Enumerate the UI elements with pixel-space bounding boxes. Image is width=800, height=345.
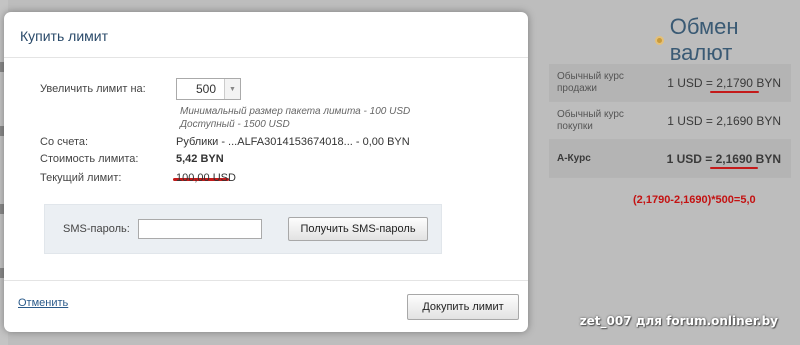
rate-prefix: 1 USD = [667, 113, 713, 128]
rate-label: А-Курс [557, 152, 591, 164]
exchange-rates-title: Обмен валют [669, 14, 739, 65]
rate-currency: BYN [756, 113, 781, 128]
sms-password-input[interactable] [138, 219, 262, 239]
rate-value: 1 USD = 2,1690 BYN [666, 151, 781, 169]
dropdown-arrow-icon[interactable]: ▼ [224, 79, 240, 99]
rate-row-buy: Обычный курс покупки 1 USD = 2,1690 BYN [549, 102, 791, 140]
rate-prefix: 1 USD = [666, 151, 713, 166]
rate-number-text: 2,1690 [716, 113, 753, 128]
buy-limit-dialog: Купить лимит Увеличить лимит на: ▼ Миним… [4, 12, 528, 332]
red-highlight-underline [710, 90, 759, 93]
annotation-formula: (2,1790-2,1690)*500=5,0 [633, 194, 756, 206]
rate-currency: BYN [755, 151, 781, 166]
rate-prefix: 1 USD = [667, 75, 713, 90]
buy-limit-button[interactable]: Докупить лимит [407, 294, 519, 320]
increase-limit-input[interactable] [177, 79, 224, 99]
watermark-text: zet_007 для forum.onliner.by [579, 314, 778, 328]
red-highlight-underline [709, 166, 759, 169]
rate-label: Обычный курс покупки [557, 108, 624, 132]
dialog-title: Купить лимит [20, 28, 108, 44]
rate-row-sell: Обычный курс продажи 1 USD = 2,1790 BYN [549, 64, 791, 102]
current-limit-label: Текущий лимит: [40, 172, 122, 184]
cost-label: Стоимость лимита: [40, 153, 139, 165]
increase-limit-label: Увеличить лимит на: [40, 83, 146, 95]
rate-number-text: 2,1690 [715, 151, 753, 166]
rate-currency: BYN [756, 75, 781, 90]
account-label: Со счета: [40, 136, 89, 148]
rate-number: 2,1790 [710, 75, 759, 93]
exchange-rates-table: Обычный курс продажи 1 USD = 2,1790 BYN … [549, 64, 791, 178]
divider [4, 57, 528, 58]
rate-number: 2,1690 [709, 151, 759, 169]
bullet-icon [655, 35, 664, 45]
divider [4, 280, 528, 281]
sms-panel: SMS-пароль: Получить SMS-пароль [44, 204, 442, 254]
cost-value: 5,42 BYN [176, 153, 224, 165]
rate-value: 1 USD = 2,1690 BYN [667, 114, 781, 128]
current-limit-value: 100,00 USD [176, 172, 236, 184]
hint-available: Доступный - 1500 USD [180, 119, 290, 130]
exchange-rates-heading: Обмен валют [655, 14, 800, 66]
rate-number-text: 2,1790 [716, 75, 753, 90]
cancel-link[interactable]: Отменить [18, 297, 68, 309]
rate-label: Обычный курс продажи [557, 70, 624, 94]
sms-password-label: SMS-пароль: [63, 223, 130, 235]
rate-row-a-kurs: А-Курс 1 USD = 2,1690 BYN [549, 140, 791, 178]
get-sms-password-button[interactable]: Получить SMS-пароль [288, 217, 428, 241]
increase-limit-stepper[interactable]: ▼ [176, 78, 241, 100]
hint-min-package: Минимальный размер пакета лимита - 100 U… [180, 106, 411, 117]
rate-value: 1 USD = 2,1790 BYN [667, 75, 781, 93]
account-value: Рублики - ...ALFA3014153674018... - 0,00… [176, 136, 410, 148]
